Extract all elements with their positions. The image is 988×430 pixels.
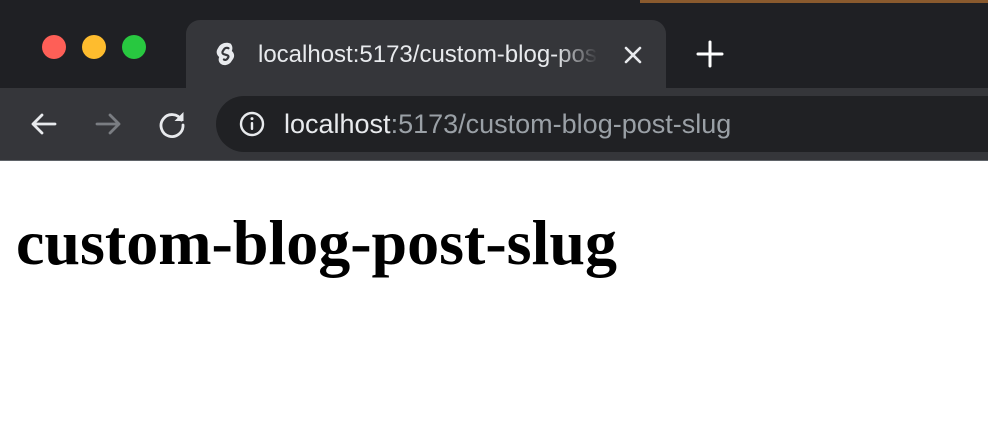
zoom-window-button[interactable] — [122, 35, 146, 59]
page-content: custom-blog-post-slug — [0, 161, 988, 430]
address-bar[interactable]: localhost:5173/custom-blog-post-slug — [216, 96, 988, 152]
url-host: localhost — [284, 109, 391, 139]
tab-active[interactable]: localhost:5173/custom-blog-post-slug — [186, 20, 666, 88]
close-icon[interactable] — [620, 42, 646, 68]
svelte-icon — [212, 40, 240, 68]
toolbar: localhost:5173/custom-blog-post-slug — [0, 88, 988, 160]
reload-icon[interactable] — [156, 108, 188, 140]
url-path: :5173/custom-blog-post-slug — [390, 109, 732, 139]
tab-strip-accent — [640, 0, 988, 3]
new-tab-icon[interactable] — [694, 38, 726, 70]
tab-title: localhost:5173/custom-blog-post-slug — [258, 41, 596, 68]
forward-arrow-icon[interactable] — [92, 108, 124, 140]
browser-window: localhost:5173/custom-blog-post-slug — [0, 0, 988, 430]
url-text: localhost:5173/custom-blog-post-slug — [284, 107, 731, 141]
tab-title-fade — [556, 38, 598, 72]
info-icon[interactable] — [238, 110, 266, 138]
minimize-window-button[interactable] — [82, 35, 106, 59]
tab-strip: localhost:5173/custom-blog-post-slug — [0, 0, 988, 88]
close-window-button[interactable] — [42, 35, 66, 59]
back-arrow-icon[interactable] — [28, 108, 60, 140]
page-title: custom-blog-post-slug — [16, 207, 617, 278]
